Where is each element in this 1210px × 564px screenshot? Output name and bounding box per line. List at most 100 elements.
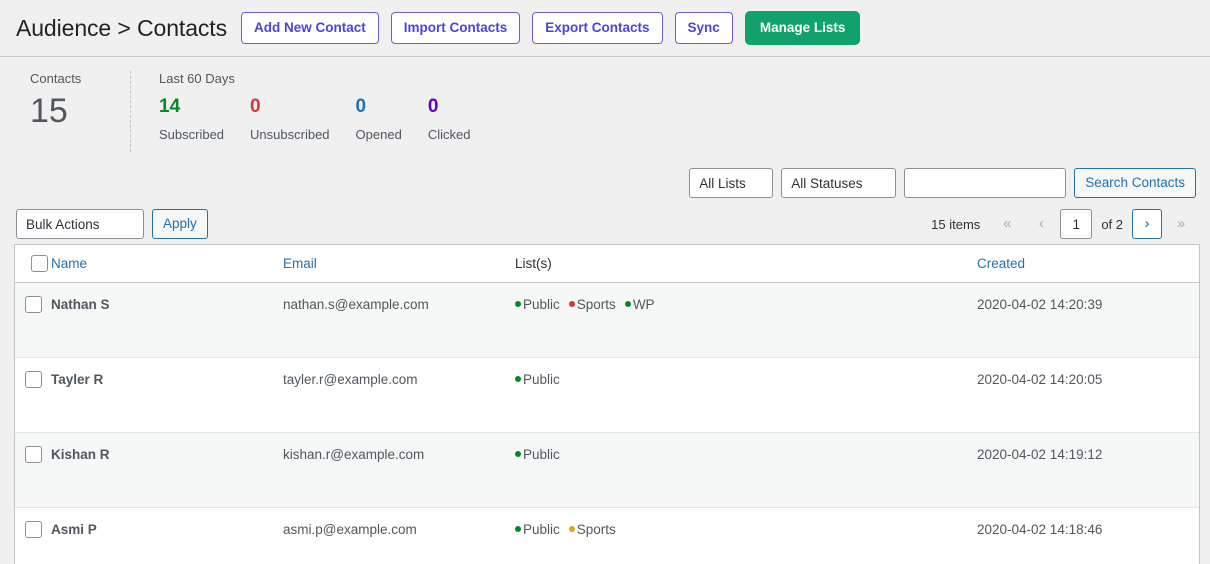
search-input[interactable] bbox=[904, 168, 1067, 198]
status-filter-select[interactable]: All Statuses bbox=[781, 168, 897, 198]
cell-email: tayler.r@example.com bbox=[283, 357, 515, 433]
cell-email: kishan.r@example.com bbox=[283, 432, 515, 508]
current-page-input[interactable] bbox=[1060, 209, 1093, 239]
total-pages-label: of 2 bbox=[1101, 216, 1123, 232]
header-button-group: Add New Contact Import Contacts Export Con… bbox=[241, 11, 861, 45]
prev-page-button[interactable]: ‹ bbox=[1026, 209, 1057, 239]
contacts-total: Contacts 15 bbox=[16, 71, 130, 134]
list-status-dot-icon bbox=[624, 301, 631, 307]
last-page-button[interactable]: » bbox=[1166, 209, 1196, 239]
cell-lists: Public bbox=[515, 432, 977, 508]
column-header-created[interactable]: Created bbox=[977, 245, 1199, 283]
list-tag: Public bbox=[515, 297, 560, 312]
contacts-table-body: Nathan Snathan.s@example.com Public Sports… bbox=[15, 282, 1199, 564]
table-row[interactable]: Nathan Snathan.s@example.com Public Sports… bbox=[15, 282, 1199, 358]
kpi-value: 0 bbox=[355, 96, 367, 117]
next-page-button[interactable]: › bbox=[1132, 209, 1162, 239]
cell-lists: Public bbox=[515, 357, 977, 433]
list-tag: WP bbox=[624, 297, 655, 312]
list-status-dot-icon bbox=[515, 376, 521, 382]
cell-name[interactable]: Kishan R bbox=[51, 432, 283, 508]
kpi-list: 14 Subscribed 0 Unsubscribed 0 Opened 0 Clicked bbox=[159, 96, 496, 142]
table-row[interactable]: Tayler Rtayler.r@example.com Public 2020-0… bbox=[15, 357, 1199, 433]
kpi-unsubscribed: 0 Unsubscribed bbox=[250, 96, 330, 142]
row-select-cell bbox=[15, 357, 51, 433]
row-select-cell bbox=[15, 432, 51, 508]
cell-name[interactable]: Tayler R bbox=[51, 357, 283, 433]
contacts-total-label: Contacts bbox=[30, 71, 82, 86]
select-all-header bbox=[15, 245, 51, 283]
list-tag-label: Public bbox=[523, 447, 560, 462]
list-status-dot-icon bbox=[515, 301, 521, 307]
list-tag-group: Public bbox=[515, 372, 569, 387]
cell-created: 2020-04-02 14:20:05 bbox=[977, 357, 1199, 433]
table-row[interactable]: Asmi Pasmi.p@example.com Public Sports 2020… bbox=[15, 507, 1199, 564]
list-status-dot-icon bbox=[515, 451, 521, 457]
row-select-cell bbox=[15, 282, 51, 358]
cell-lists: Public Sports WP bbox=[515, 282, 977, 358]
cell-lists: Public Sports bbox=[515, 507, 977, 564]
pagination: 15 items « ‹ of 2 › » bbox=[931, 209, 1196, 239]
list-tag-label: Sports bbox=[576, 297, 616, 312]
list-tag-group: Public Sports bbox=[515, 522, 625, 537]
list-status-dot-icon bbox=[515, 526, 521, 532]
cell-email: asmi.p@example.com bbox=[283, 507, 515, 564]
list-tag-label: WP bbox=[632, 297, 655, 312]
row-checkbox[interactable] bbox=[25, 295, 42, 313]
header-button-sync[interactable]: Sync bbox=[674, 12, 733, 44]
list-tag: Public bbox=[515, 447, 560, 462]
list-tag: Sports bbox=[568, 297, 616, 312]
select-all-checkbox[interactable] bbox=[31, 255, 48, 272]
list-tag-group: Public bbox=[515, 447, 569, 462]
list-status-dot-icon bbox=[568, 301, 575, 307]
header-button-import-contacts[interactable]: Import Contacts bbox=[390, 12, 521, 44]
stats-divider bbox=[130, 71, 131, 152]
kpi-caption: Subscribed bbox=[159, 127, 225, 142]
stats-period-group: Last 60 Days 14 Subscribed 0 Unsubscribed 0 O… bbox=[159, 71, 496, 142]
filter-bar: All Lists All Statuses Search Contacts bbox=[0, 166, 1210, 200]
contacts-total-value: 15 bbox=[30, 92, 68, 130]
bulk-actions-select[interactable]: Bulk Actions bbox=[16, 209, 144, 239]
cell-name[interactable]: Asmi P bbox=[51, 507, 283, 564]
first-page-button[interactable]: « bbox=[992, 209, 1023, 239]
kpi-value: 0 bbox=[250, 96, 261, 117]
status-filter-shell: All Statuses bbox=[781, 168, 897, 198]
list-status-dot-icon bbox=[568, 526, 575, 532]
header-button-export-contacts[interactable]: Export Contacts bbox=[532, 12, 663, 44]
kpi-subscribed: 14 Subscribed bbox=[159, 96, 224, 142]
list-tag-label: Public bbox=[523, 297, 560, 312]
page-title: Audience > Contacts bbox=[16, 14, 227, 41]
kpi-clicked: 0 Clicked bbox=[428, 96, 471, 142]
contacts-table-container: Name Email List(s) Created Nathan Snatha… bbox=[14, 244, 1200, 564]
table-header-row: Name Email List(s) Created bbox=[15, 245, 1199, 283]
contacts-table: Name Email List(s) Created Nathan Snatha… bbox=[15, 245, 1199, 564]
column-header-email[interactable]: Email bbox=[283, 245, 515, 283]
header-button-add-new-contact[interactable]: Add New Contact bbox=[241, 12, 379, 44]
row-checkbox[interactable] bbox=[25, 520, 42, 538]
stats-period-label: Last 60 Days bbox=[159, 71, 235, 86]
kpi-caption: Unsubscribed bbox=[250, 127, 330, 142]
header-button-manage-lists[interactable]: Manage Lists bbox=[744, 11, 861, 45]
list-tag-group: Public Sports WP bbox=[515, 297, 664, 312]
kpi-value: 0 bbox=[427, 96, 439, 117]
kpi-opened: 0 Opened bbox=[356, 96, 402, 142]
cell-created: 2020-04-02 14:18:46 bbox=[977, 507, 1199, 564]
row-checkbox[interactable] bbox=[25, 445, 42, 463]
list-tag-label: Sports bbox=[576, 522, 616, 537]
kpi-caption: Opened bbox=[355, 127, 402, 142]
apply-button[interactable]: Apply bbox=[152, 209, 208, 239]
table-row[interactable]: Kishan Rkishan.r@example.com Public 2020-0… bbox=[15, 432, 1199, 508]
stats-summary: Contacts 15 Last 60 Days 14 Subscribed 0 Un… bbox=[0, 56, 1210, 162]
list-tag: Public bbox=[515, 372, 560, 387]
list-filter-shell: All Lists bbox=[689, 168, 774, 198]
list-filter-select[interactable]: All Lists bbox=[689, 168, 774, 198]
cell-name[interactable]: Nathan S bbox=[51, 282, 283, 358]
items-count: 15 items bbox=[931, 216, 981, 232]
column-header-name[interactable]: Name bbox=[51, 245, 283, 283]
search-contacts-button[interactable]: Search Contacts bbox=[1074, 168, 1196, 198]
list-tag-label: Public bbox=[523, 522, 560, 537]
cell-created: 2020-04-02 14:20:39 bbox=[977, 282, 1199, 358]
row-select-cell bbox=[15, 507, 51, 564]
row-checkbox[interactable] bbox=[25, 370, 42, 388]
contacts-table-head: Name Email List(s) Created bbox=[15, 245, 1199, 283]
